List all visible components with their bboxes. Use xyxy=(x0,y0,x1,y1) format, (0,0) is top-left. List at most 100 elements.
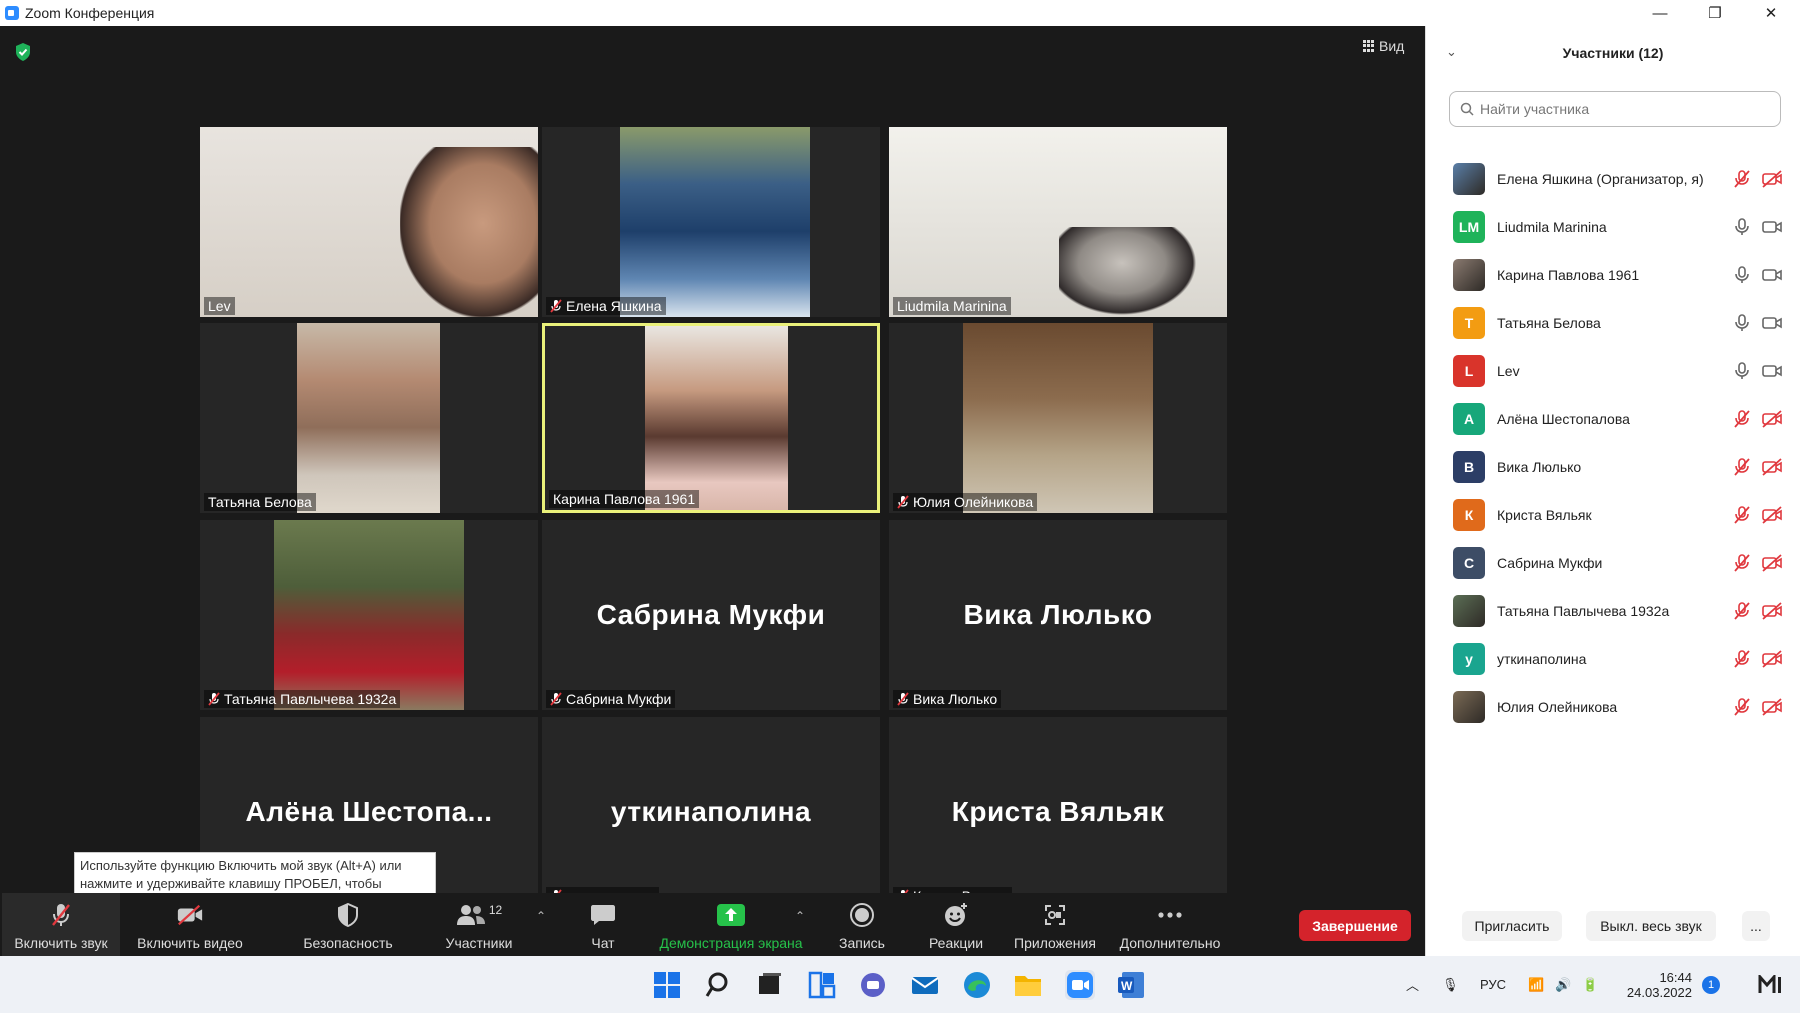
tray-mic-icon[interactable]: 🎙 xyxy=(1442,956,1459,1013)
video-icon[interactable] xyxy=(1761,313,1783,333)
video-icon[interactable] xyxy=(1761,361,1783,381)
participant-row[interactable]: Татьяна Павлычева 1932а xyxy=(1426,587,1800,635)
tile-name-text: Lev xyxy=(208,298,231,314)
wifi-icon[interactable]: 📶 xyxy=(1528,956,1544,1013)
end-meeting-button[interactable]: Завершение xyxy=(1299,910,1411,941)
mic-icon[interactable] xyxy=(1733,361,1751,381)
tile-display-name: Вика Люлько xyxy=(963,599,1153,630)
widgets-icon[interactable] xyxy=(807,970,837,1000)
video-tile[interactable]: Татьяна Павлычева 1932а xyxy=(200,520,538,710)
smiley-icon xyxy=(942,901,970,929)
security-shield-icon[interactable] xyxy=(14,42,32,62)
close-button[interactable]: ✕ xyxy=(1744,0,1798,26)
language-indicator[interactable]: РУС xyxy=(1480,956,1506,1013)
mail-icon[interactable] xyxy=(910,970,940,1000)
unmute-button[interactable]: Включить звук xyxy=(2,893,120,956)
security-button[interactable]: Безопасность xyxy=(296,893,400,956)
video-tile[interactable]: Lev xyxy=(200,127,538,317)
video-off-icon[interactable] xyxy=(1761,649,1783,669)
tray-chevron-icon[interactable]: ︿ xyxy=(1406,956,1419,1013)
participant-name: Татьяна Белова xyxy=(1497,315,1601,331)
mic-muted-icon[interactable] xyxy=(1733,169,1751,189)
participant-row[interactable]: С Сабрина Мукфи xyxy=(1426,539,1800,587)
participant-row[interactable]: А Алёна Шестопалова xyxy=(1426,395,1800,443)
participant-row[interactable]: у уткинаполина xyxy=(1426,635,1800,683)
invite-button[interactable]: Пригласить xyxy=(1462,911,1562,941)
search-icon[interactable] xyxy=(705,970,735,1000)
reactions-button[interactable]: Реакции xyxy=(924,893,988,956)
video-tile[interactable]: Карина Павлова 1961 xyxy=(542,323,880,513)
video-off-icon[interactable] xyxy=(1761,457,1783,477)
record-icon xyxy=(848,901,876,929)
video-off-icon[interactable] xyxy=(1761,601,1783,621)
mic-icon[interactable] xyxy=(1733,265,1751,285)
video-tile[interactable]: Юлия Олейникова xyxy=(889,323,1227,513)
task-view-icon[interactable] xyxy=(755,970,785,1000)
participants-caret-icon[interactable]: ⌃ xyxy=(536,909,546,923)
mic-muted-icon[interactable] xyxy=(1733,601,1751,621)
video-tile[interactable]: Сабрина Мукфи Сабрина Мукфи xyxy=(542,520,880,710)
meeting-toolbar: Включить звук Включить видео Безопасност… xyxy=(0,893,1425,956)
participant-row[interactable]: LM Liudmila Marinina xyxy=(1426,203,1800,251)
video-icon[interactable] xyxy=(1761,217,1783,237)
video-tile[interactable]: Криста ВяльякКриста Вяльяк xyxy=(889,717,1227,907)
participant-row[interactable]: Т Татьяна Белова xyxy=(1426,299,1800,347)
video-off-icon[interactable] xyxy=(1761,169,1783,189)
video-tile[interactable]: Татьяна Белова xyxy=(200,323,538,513)
mic-muted-icon[interactable] xyxy=(1733,697,1751,717)
apps-button[interactable]: Приложения xyxy=(1010,893,1100,956)
start-menu-icon[interactable] xyxy=(652,970,682,1000)
word-icon[interactable]: W xyxy=(1116,970,1146,1000)
video-tile[interactable]: уткинаполинауткинаполина xyxy=(542,717,880,907)
participant-row[interactable]: L Lev xyxy=(1426,347,1800,395)
video-off-icon[interactable] xyxy=(1761,553,1783,573)
chat-button[interactable]: Чат xyxy=(580,893,626,956)
video-off-icon[interactable] xyxy=(1761,697,1783,717)
participant-row[interactable]: Юлия Олейникова xyxy=(1426,683,1800,731)
video-tile[interactable]: Елена Яшкина xyxy=(542,127,880,317)
zoom-taskbar-icon[interactable] xyxy=(1065,970,1095,1000)
participant-row[interactable]: Карина Павлова 1961 xyxy=(1426,251,1800,299)
mute-all-button[interactable]: Выкл. весь звук xyxy=(1586,911,1716,941)
record-button[interactable]: Запись xyxy=(834,893,890,956)
mic-muted-icon[interactable] xyxy=(1733,409,1751,429)
shield-icon xyxy=(334,901,362,929)
tile-name-label: Liudmila Marinina xyxy=(893,297,1011,315)
video-off-icon[interactable] xyxy=(1761,505,1783,525)
participants-button[interactable]: 12 Участники xyxy=(438,893,520,956)
mic-muted-icon[interactable] xyxy=(1733,553,1751,573)
teams-chat-icon[interactable] xyxy=(858,970,888,1000)
minimize-button[interactable]: — xyxy=(1633,0,1687,26)
system-logo-icon[interactable] xyxy=(1758,956,1784,1013)
start-video-button[interactable]: Включить видео xyxy=(132,893,248,956)
tile-name-text: Татьяна Павлычева 1932а xyxy=(224,691,397,707)
mic-muted-icon[interactable] xyxy=(1733,505,1751,525)
mic-icon[interactable] xyxy=(1733,217,1751,237)
title-bar: Zoom Конференция — ❐ ✕ xyxy=(0,0,1800,26)
notification-badge[interactable]: 1 xyxy=(1702,956,1720,1013)
mic-muted-icon[interactable] xyxy=(1733,649,1751,669)
participant-search-input[interactable]: Найти участника xyxy=(1449,91,1781,127)
share-screen-button[interactable]: Демонстрация экрана xyxy=(656,893,806,956)
share-caret-icon[interactable]: ⌃ xyxy=(795,909,805,923)
search-icon xyxy=(1460,102,1474,116)
participant-row[interactable]: К Криста Вяльяк xyxy=(1426,491,1800,539)
edge-browser-icon[interactable] xyxy=(962,970,992,1000)
clock[interactable]: 16:44 24.03.2022 xyxy=(1618,956,1692,1013)
mic-muted-icon xyxy=(47,901,75,929)
video-tile[interactable]: Вика Люлько Вика Люлько xyxy=(889,520,1227,710)
restore-button[interactable]: ❐ xyxy=(1688,0,1742,26)
more-button[interactable]: Дополнительно xyxy=(1116,893,1224,956)
speaker-icon[interactable]: 🔊 xyxy=(1555,956,1571,1013)
file-explorer-icon[interactable] xyxy=(1013,970,1043,1000)
panel-more-button[interactable]: ... xyxy=(1742,911,1770,941)
video-off-icon[interactable] xyxy=(1761,409,1783,429)
mic-icon[interactable] xyxy=(1733,313,1751,333)
mic-muted-icon[interactable] xyxy=(1733,457,1751,477)
participant-row[interactable]: Елена Яшкина (Организатор, я) xyxy=(1426,155,1800,203)
video-icon[interactable] xyxy=(1761,265,1783,285)
video-tile[interactable]: Liudmila Marinina xyxy=(889,127,1227,317)
view-button[interactable]: Вид xyxy=(1363,38,1404,54)
participant-row[interactable]: В Вика Люлько xyxy=(1426,443,1800,491)
battery-icon[interactable]: 🔋 xyxy=(1582,956,1598,1013)
